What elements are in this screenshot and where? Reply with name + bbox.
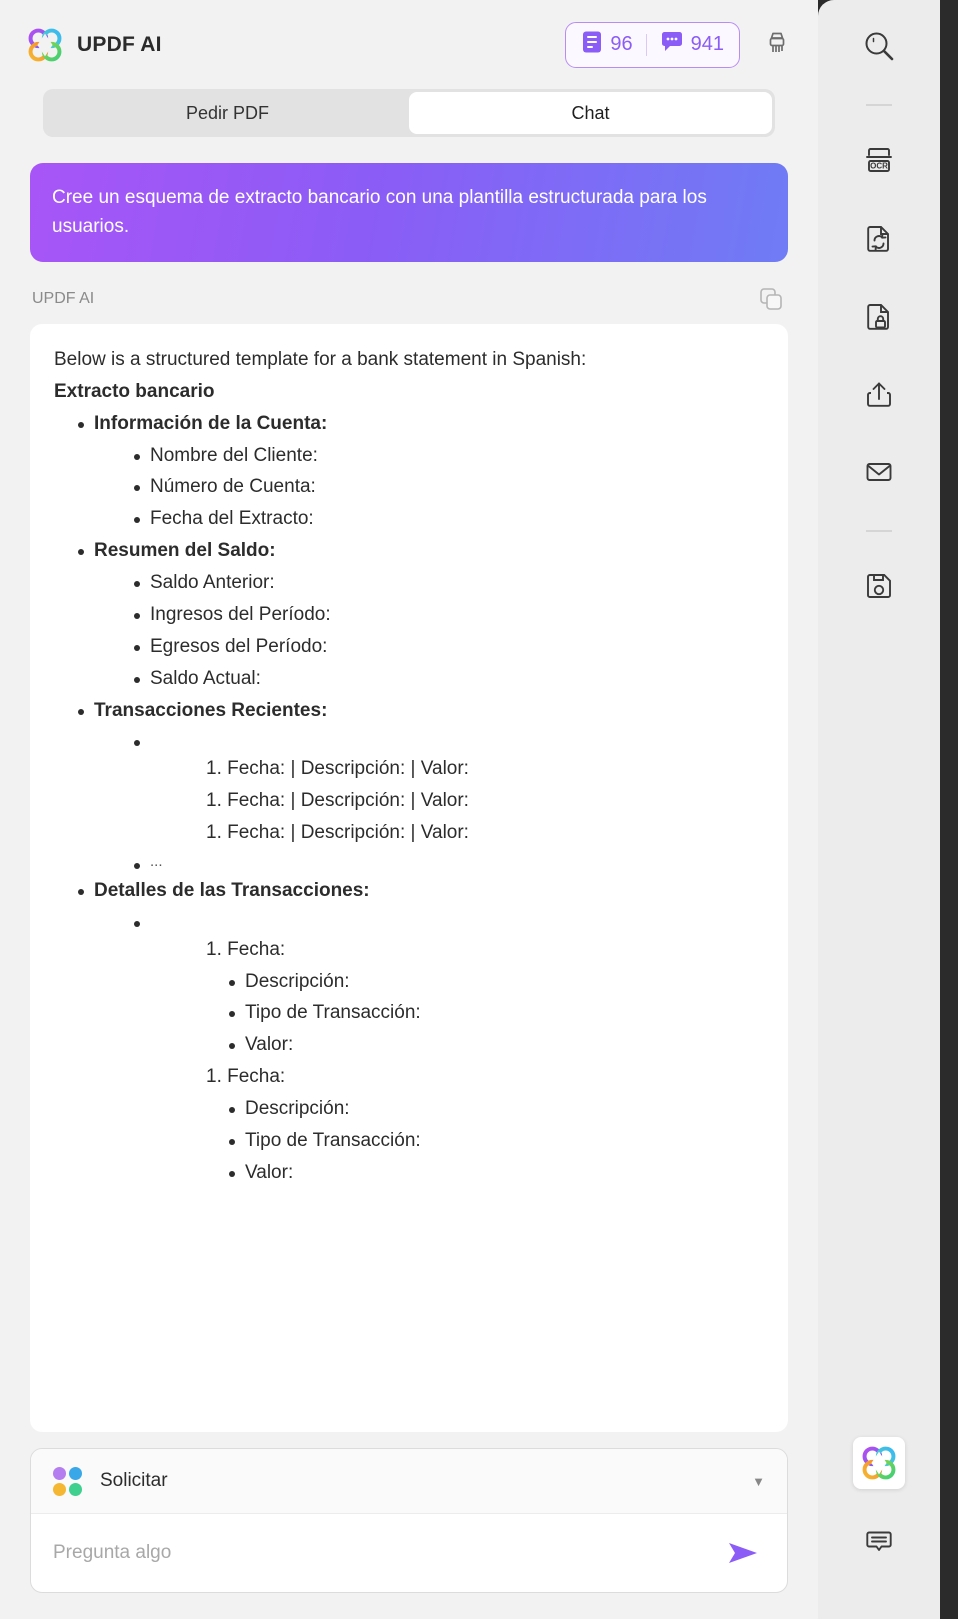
list-item: Tipo de Transacción: [227, 1127, 764, 1156]
toolbar-divider [866, 530, 892, 532]
ocr-icon[interactable]: OCR [853, 134, 905, 186]
composer-input-row [31, 1514, 787, 1592]
clear-brush-icon[interactable] [760, 28, 794, 62]
list-item: Descripción: [227, 1095, 764, 1124]
tab-pedir-pdf[interactable]: Pedir PDF [46, 92, 409, 134]
tabs-container: Pedir PDF Chat [0, 89, 818, 137]
outline-section-title: Información de la Cuenta: [76, 410, 764, 439]
outline-sublist: Saldo Anterior: Ingresos del Período: Eg… [132, 569, 764, 694]
comment-icon[interactable] [853, 1515, 905, 1567]
four-dots-icon [53, 1466, 82, 1496]
response-outline: Información de la Cuenta: Nombre del Cli… [54, 410, 764, 1188]
list-item: Número de Cuenta: [132, 473, 764, 502]
ai-panel-header: UPDF AI 96 941 [0, 0, 818, 89]
share-icon[interactable] [853, 368, 905, 420]
list-item-empty [132, 909, 764, 933]
detail-entry-date: 1. Fecha: [206, 938, 286, 960]
mode-selector[interactable]: Solicitar ▼ [31, 1449, 787, 1514]
transaction-row: 1. Fecha: | Descripción: | Valor: [206, 822, 469, 844]
list-item: Saldo Actual: [132, 665, 764, 694]
page-title: UPDF AI [77, 32, 162, 56]
composer: Solicitar ▼ [30, 1448, 788, 1593]
composer-container: Solicitar ▼ [0, 1432, 818, 1619]
outline-section-title: Transacciones Recientes: [76, 697, 764, 726]
list-item: Ingresos del Período: [132, 601, 764, 630]
svg-text:OCR: OCR [870, 162, 888, 171]
save-icon[interactable] [853, 560, 905, 612]
list-item-ellipsis: ... [132, 851, 764, 874]
brand: UPDF AI [26, 26, 162, 64]
pill-divider [645, 33, 647, 56]
list-item: Saldo Anterior: [132, 569, 764, 598]
toolbar-divider [866, 104, 892, 106]
transaction-row: 1. Fecha: | Descripción: | Valor: [206, 758, 469, 780]
outline-sublist: Nombre del Cliente: Número de Cuenta: Fe… [132, 442, 764, 535]
convert-document-icon[interactable] [853, 212, 905, 264]
list-item-empty [132, 728, 764, 752]
list-item: Tipo de Transacción: [227, 999, 764, 1028]
list-item: Egresos del Período: [132, 633, 764, 662]
app-window: UPDF AI 96 941 Pedir PDF Chat Cree un es… [0, 0, 958, 1619]
list-item: Valor: [227, 1159, 764, 1188]
list-item: Nombre del Cliente: [132, 442, 764, 471]
document-pages-icon [581, 30, 603, 59]
response-meta-row: UPDF AI [32, 284, 786, 314]
chat-bubble-icon [660, 30, 684, 59]
protect-document-icon[interactable] [853, 290, 905, 342]
ai-panel: UPDF AI 96 941 Pedir PDF Chat Cree un es… [0, 0, 818, 1619]
copy-icon[interactable] [756, 284, 786, 314]
list-item: Fecha del Extracto: [132, 505, 764, 534]
send-arrow-icon[interactable] [721, 1531, 765, 1575]
toolbar-bottom-group [853, 1437, 905, 1619]
assistant-response-card: Below is a structured template for a ban… [30, 323, 788, 1432]
search-input[interactable] [53, 1542, 721, 1564]
conversation-area: Cree un esquema de extracto bancario con… [0, 137, 818, 1432]
updf-flower-logo-icon [26, 26, 64, 64]
search-icon[interactable] [853, 20, 905, 72]
outline-section-title: Detalles de las Transacciones: [76, 877, 764, 906]
tab-chat[interactable]: Chat [409, 92, 772, 134]
pages-count: 96 [610, 33, 633, 55]
list-item: Valor: [227, 1031, 764, 1060]
messages-counter: 941 [660, 30, 724, 59]
right-toolbar: OCR [818, 0, 940, 1619]
response-heading: Extracto bancario [54, 380, 215, 402]
messages-count: 941 [690, 33, 724, 55]
outline-sublist: ... [132, 851, 764, 874]
outline-sublist [132, 909, 764, 933]
updf-flower-logo-icon[interactable] [853, 1437, 905, 1489]
email-icon[interactable] [853, 446, 905, 498]
transaction-row: 1. Fecha: | Descripción: | Valor: [206, 790, 469, 812]
outline-section-title: Resumen del Saldo: [76, 537, 764, 566]
usage-counter-pill[interactable]: 96 941 [565, 21, 740, 68]
user-message-bubble: Cree un esquema de extracto bancario con… [30, 163, 788, 262]
response-intro: Below is a structured template for a ban… [54, 348, 587, 370]
pages-counter: 96 [581, 30, 633, 59]
detail-entry-items: Descripción: Tipo de Transacción: Valor: [227, 1095, 764, 1188]
outline-sublist [132, 728, 764, 752]
header-right: 96 941 [565, 21, 794, 68]
response-author: UPDF AI [32, 289, 95, 307]
mode-selector-label: Solicitar [100, 1470, 168, 1491]
detail-entry-items: Descripción: Tipo de Transacción: Valor: [227, 968, 764, 1061]
list-item: Descripción: [227, 968, 764, 997]
mode-tabs: Pedir PDF Chat [43, 89, 775, 137]
chevron-down-icon: ▼ [752, 1473, 765, 1489]
detail-entry-date: 1. Fecha: [206, 1066, 286, 1088]
